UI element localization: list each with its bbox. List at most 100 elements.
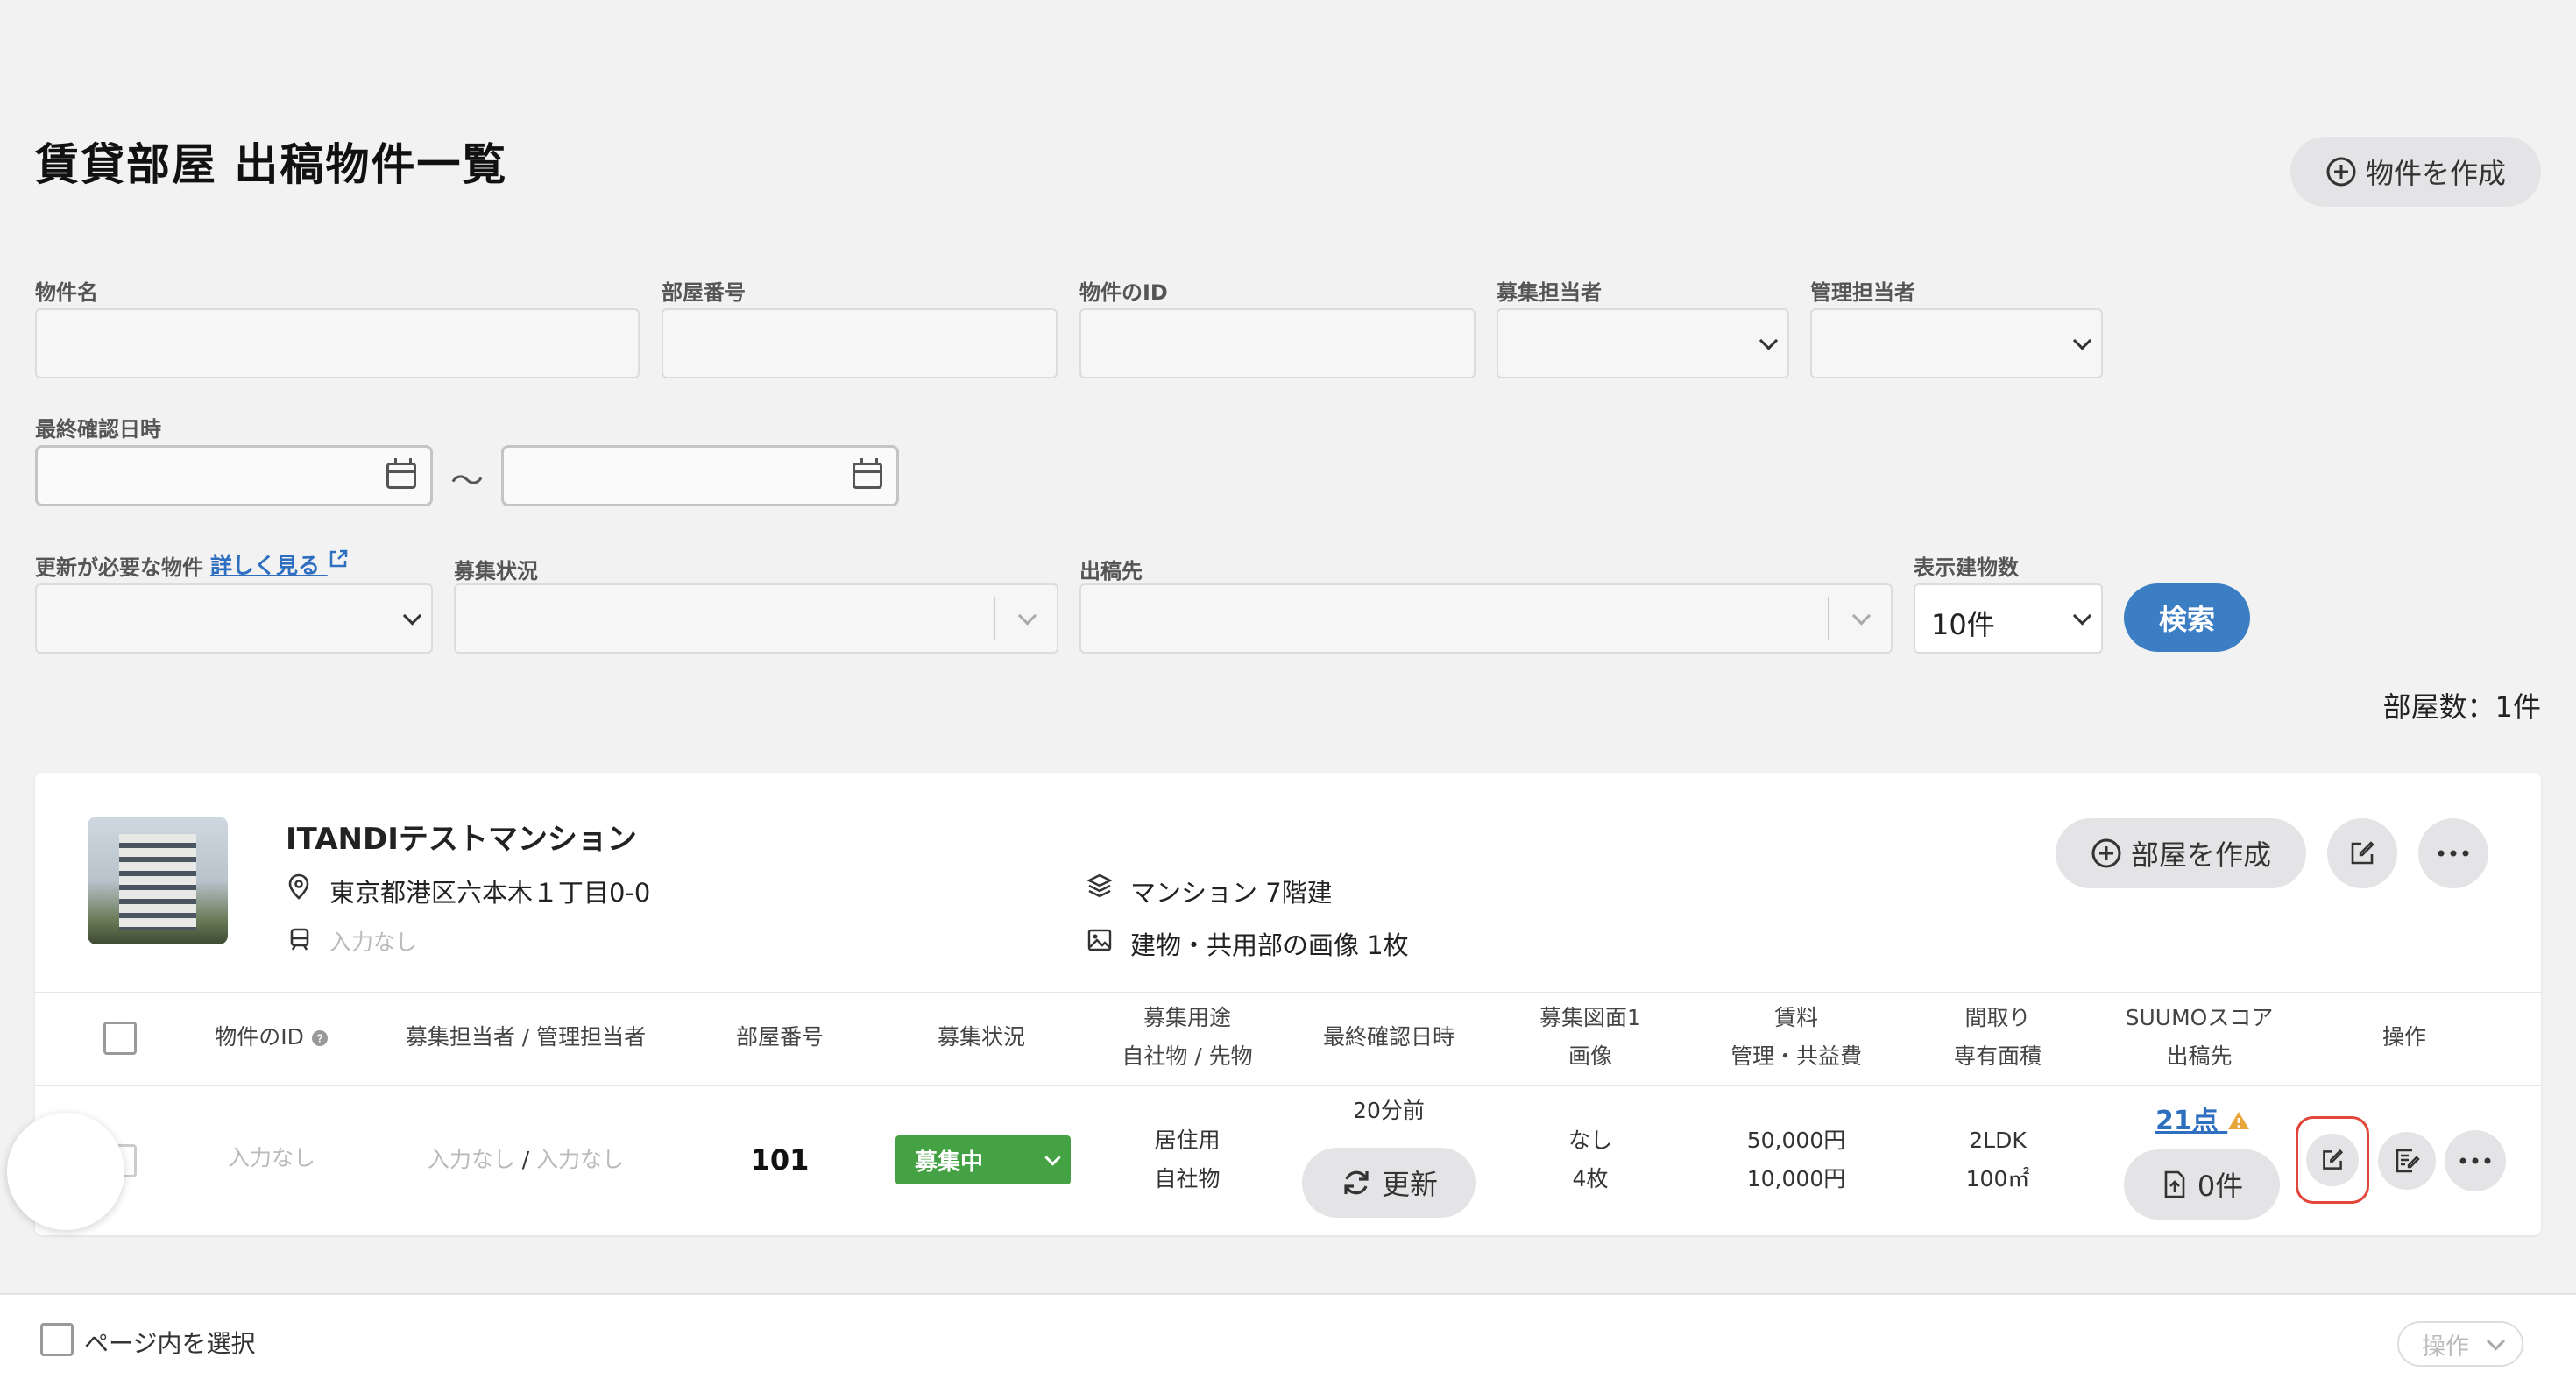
recruitment-status-select[interactable] <box>454 583 1058 654</box>
publish-count-label: 0件 <box>2197 1170 2244 1203</box>
image-icon <box>1087 929 1112 951</box>
column-header-purpose: 募集用途 自社物 / 先物 <box>1095 999 1279 1076</box>
range-separator: 〜 <box>450 462 485 500</box>
chevron-down-icon <box>1851 606 1872 626</box>
warning-icon <box>2228 1112 2250 1129</box>
property-name-input[interactable] <box>35 308 640 378</box>
date-from-input[interactable] <box>35 445 433 506</box>
property-id-label: 物件のID <box>1079 280 1168 305</box>
calendar-icon[interactable] <box>386 458 416 489</box>
property-thumbnail[interactable] <box>88 817 228 944</box>
chevron-down-icon <box>402 606 422 626</box>
create-property-button[interactable]: 物件を作成 <box>2290 137 2541 207</box>
column-header-label: 出稿先 <box>2166 1043 2233 1069</box>
recruitment-status-label: 募集状況 <box>454 559 538 583</box>
column-header-last-confirmed: 最終確認日時 <box>1322 1024 1454 1050</box>
needs-update-label: 更新が必要な物件 <box>35 555 203 580</box>
room-number-label: 部屋番号 <box>662 280 746 305</box>
chevron-down-icon <box>2072 606 2092 626</box>
property-address: 東京都港区六本木１丁目0-0 <box>329 878 651 908</box>
room-count: 部屋数：1件 <box>2382 690 2541 724</box>
property-id-input[interactable] <box>1079 308 1476 378</box>
suumo-score-value: 21点 <box>2155 1106 2219 1136</box>
row-staff-separator: / <box>521 1147 530 1172</box>
select-divider <box>1828 597 1829 640</box>
row-status-select[interactable]: 募集中 <box>895 1135 1071 1184</box>
publish-target-select[interactable] <box>1079 583 1893 654</box>
row-purpose-value: 居住用 <box>1154 1128 1221 1153</box>
location-pin-icon <box>288 873 309 900</box>
row-layout-value: 2LDK <box>1969 1128 2027 1153</box>
column-header-property-id: 物件のID ? <box>175 1018 368 1057</box>
property-station: 入力なし <box>329 930 418 955</box>
header-divider <box>35 1085 2541 1086</box>
column-header-label: 賃料 <box>1773 1005 1818 1030</box>
layers-icon <box>1086 873 1113 898</box>
floating-action-button[interactable] <box>7 1113 124 1230</box>
row-area-value: 100㎡ <box>1965 1166 2030 1191</box>
row-floorplan-value: なし <box>1568 1128 1612 1153</box>
publish-count-button[interactable]: 0件 <box>2124 1149 2280 1220</box>
recruiter-label: 募集担当者 <box>1497 280 1602 305</box>
column-header-layout: 間取り 専有面積 <box>1910 999 2085 1076</box>
manager-select[interactable] <box>1810 308 2103 378</box>
chevron-down-icon <box>2072 331 2092 350</box>
needs-update-select[interactable] <box>35 583 433 654</box>
note-room-button[interactable] <box>2378 1132 2436 1190</box>
edit-icon <box>2323 1149 2344 1170</box>
train-icon <box>290 928 309 951</box>
property-name[interactable]: ITANDIテストマンション <box>286 815 637 858</box>
refresh-icon <box>1344 1170 1369 1195</box>
select-all-checkbox[interactable] <box>103 1022 137 1055</box>
manager-label: 管理担当者 <box>1810 280 1915 305</box>
recruiter-select[interactable] <box>1497 308 1789 378</box>
suumo-score-link[interactable]: 21点 <box>2155 1099 2250 1137</box>
column-header-label: 画像 <box>1568 1043 1612 1069</box>
select-page-checkbox[interactable] <box>40 1323 74 1356</box>
calendar-icon[interactable] <box>853 458 882 489</box>
edit-icon <box>2351 841 2374 865</box>
create-room-button[interactable]: 部屋を作成 <box>2056 818 2306 888</box>
row-purpose: 居住用 自社物 <box>1095 1121 1279 1198</box>
search-button[interactable]: 検索 <box>2124 583 2250 652</box>
building-image <box>119 834 196 930</box>
column-header-room-number: 部屋番号 <box>735 1024 824 1050</box>
edit-room-button[interactable] <box>2306 1134 2359 1186</box>
note-edit-icon <box>2396 1149 2420 1173</box>
details-link[interactable]: 詳しく見る <box>210 548 349 580</box>
help-icon[interactable]: ? <box>311 1029 329 1047</box>
building-type: マンション 7階建 <box>1130 878 1333 908</box>
edit-property-button[interactable] <box>2327 818 2397 888</box>
row-layout: 2LDK 100㎡ <box>1910 1121 2085 1198</box>
chevron-down-icon <box>1017 606 1037 626</box>
create-property-label: 物件を作成 <box>2365 157 2506 190</box>
column-header-suumo: SUUMOスコア 出稿先 <box>2103 999 2296 1076</box>
update-button[interactable]: 更新 <box>1302 1148 1476 1218</box>
row-rent-value: 50,000円 <box>1746 1128 1846 1153</box>
last-confirmed-label: 最終確認日時 <box>35 417 161 442</box>
row-image-count: 4枚 <box>1572 1166 1609 1191</box>
chevron-down-icon <box>1759 331 1779 350</box>
images-count[interactable]: 建物・共用部の画像 1枚 <box>1130 925 1409 962</box>
bulk-actions-button[interactable]: 操作 <box>2397 1321 2523 1367</box>
row-manager: 入力なし <box>536 1147 625 1172</box>
svg-text:?: ? <box>316 1032 323 1045</box>
room-more-button[interactable] <box>2445 1130 2506 1191</box>
upload-file-icon <box>2164 1170 2185 1198</box>
row-room-number[interactable]: 101 <box>701 1141 859 1179</box>
row-status-label: 募集中 <box>915 1149 984 1176</box>
property-name-label: 物件名 <box>35 280 98 305</box>
page-title: 賃貸部屋 出稿物件一覧 <box>35 139 508 190</box>
property-more-button[interactable] <box>2418 818 2488 888</box>
row-floorplan: なし 4枚 <box>1498 1121 1682 1198</box>
display-count-select[interactable]: 10件 <box>1914 583 2103 654</box>
date-to-input[interactable] <box>501 445 899 506</box>
display-count-value: 10件 <box>1931 608 1995 641</box>
column-header-rent: 賃料 管理・共益費 <box>1700 999 1893 1076</box>
room-number-input[interactable] <box>662 308 1058 378</box>
row-last-confirmed: 20分前 <box>1353 1098 1425 1123</box>
column-header-label: 自社物 / 先物 <box>1122 1043 1253 1069</box>
publish-target-label: 出稿先 <box>1079 559 1143 583</box>
column-header-label: 間取り <box>1964 1005 2031 1030</box>
create-room-label: 部屋を作成 <box>2130 838 2271 872</box>
